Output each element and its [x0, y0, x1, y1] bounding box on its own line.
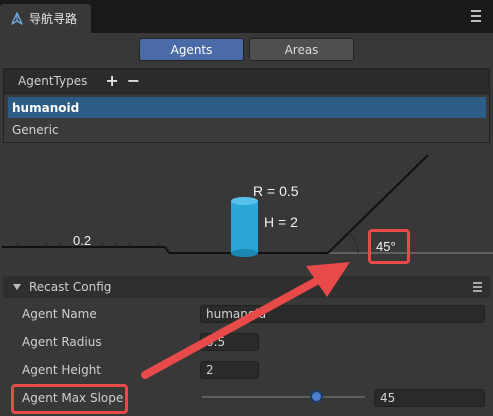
max-slope-slider-thumb[interactable] — [309, 390, 323, 403]
navigation-icon — [9, 11, 25, 27]
agent-types-title: AgentTypes — [18, 74, 88, 88]
tab-menu-icon[interactable] — [471, 10, 481, 22]
add-agent-type-button[interactable]: + — [105, 73, 118, 89]
agent-name-label: Agent Name — [22, 307, 97, 321]
agent-diagram: 0.2 R = 0.5 H = 2 45° — [2, 154, 493, 257]
tab-title: 导航寻路 — [29, 12, 78, 26]
step-height-label: 0.2 — [73, 233, 91, 248]
slope-angle-highlight — [368, 229, 410, 264]
agent-max-slope-field[interactable]: 45 — [374, 389, 485, 407]
agent-types-list: humanoid Generic — [3, 93, 490, 143]
list-item-humanoid[interactable]: humanoid — [8, 97, 486, 118]
agent-cylinder-icon — [231, 197, 258, 257]
agent-height-field[interactable]: 2 — [200, 361, 259, 379]
agent-name-field[interactable]: humanoid — [200, 305, 485, 323]
agent-radius-field[interactable]: 0.5 — [200, 333, 259, 351]
tab-strip: 导航寻路 — [0, 0, 493, 33]
agent-types-header: AgentTypes + − — [3, 68, 490, 93]
radius-label: R = 0.5 — [253, 183, 299, 199]
agents-toggle-button[interactable]: Agents — [139, 38, 244, 61]
areas-toggle-button[interactable]: Areas — [249, 38, 354, 61]
remove-agent-type-button[interactable]: − — [127, 73, 140, 89]
max-slope-label-highlight — [11, 384, 128, 414]
agent-height-label: Agent Height — [22, 363, 102, 377]
tab-navigation[interactable]: 导航寻路 — [0, 4, 91, 33]
list-item-generic[interactable]: Generic — [8, 119, 486, 140]
max-slope-slider-track[interactable] — [202, 396, 365, 398]
recast-config-header[interactable]: Recast Config — [3, 276, 490, 298]
section-menu-icon[interactable] — [473, 282, 482, 292]
agent-radius-label: Agent Radius — [22, 335, 102, 349]
recast-config-title: Recast Config — [29, 280, 112, 294]
height-label: H = 2 — [264, 214, 298, 230]
collapse-caret-icon — [13, 284, 21, 290]
navigation-panel: 导航寻路 Agents Areas AgentTypes + − humanoi… — [0, 0, 493, 416]
